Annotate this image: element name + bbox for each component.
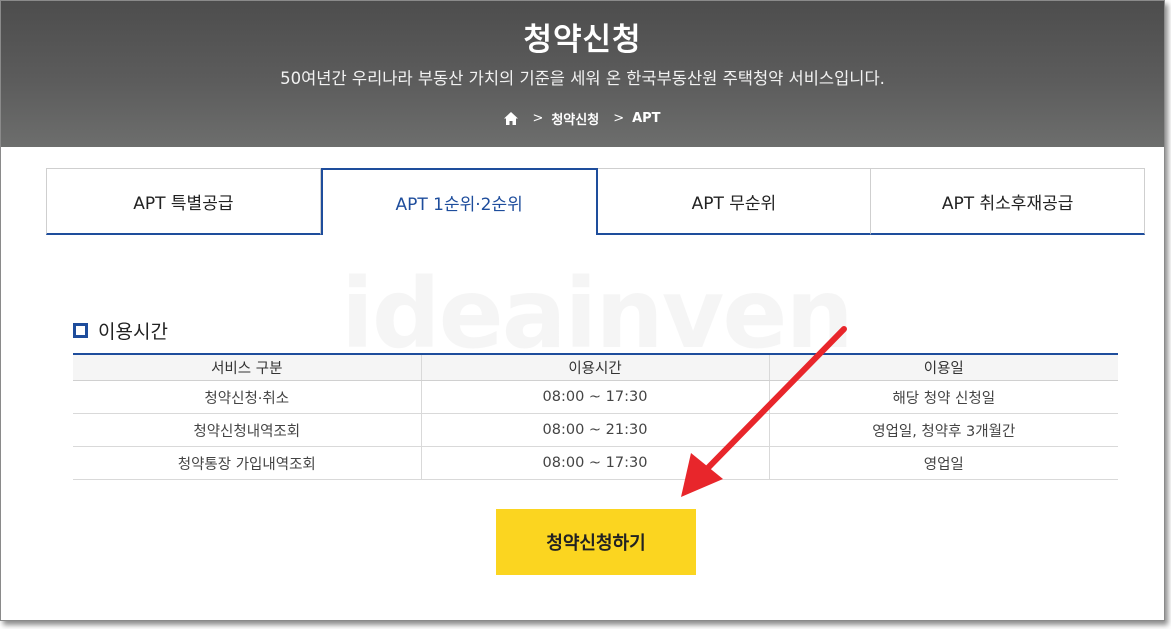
table-row: 청약신청내역조회 08:00 ~ 21:30 영업일, 청약후 3개월간 (73, 413, 1118, 447)
tab-apt-no-priority[interactable]: APT 무순위 (597, 168, 872, 235)
table-row: 청약통장 가입내역조회 08:00 ~ 17:30 영업일 (73, 446, 1118, 480)
usage-time-table: 서비스 구분 이용시간 이용일 청약신청·취소 08:00 ~ 17:30 해당… (73, 353, 1118, 480)
tab-apt-1st-2nd-priority[interactable]: APT 1순위·2순위 (320, 168, 598, 235)
page-title: 청약신청 (523, 22, 642, 58)
breadcrumb: > 청약신청 > APT (1, 109, 1164, 128)
table-cell: 청약신청내역조회 (73, 413, 421, 447)
table-row: 청약신청·취소 08:00 ~ 17:30 해당 청약 신청일 (73, 380, 1118, 414)
column-header-service: 서비스 구분 (73, 353, 421, 381)
table-header-row: 서비스 구분 이용시간 이용일 (73, 353, 1118, 381)
home-icon[interactable] (504, 112, 519, 125)
page-frame: 청약신청 50여년간 우리나라 부동산 가치의 기준을 세워 온 한국부동산원 … (0, 0, 1165, 621)
usage-time-heading: 이용시간 (73, 317, 168, 344)
usage-time-title: 이용시간 (98, 321, 168, 343)
column-header-time: 이용시간 (420, 353, 769, 381)
tab-apt-special-supply[interactable]: APT 특별공급 (46, 168, 321, 235)
table-cell: 08:00 ~ 21:30 (420, 413, 769, 447)
chevron-right-icon: > (613, 111, 625, 126)
table-cell: 08:00 ~ 17:30 (420, 380, 769, 414)
page-subtitle: 50여년간 우리나라 부동산 가치의 기준을 세워 온 한국부동산원 주택청약 … (280, 69, 885, 88)
table-cell: 영업일, 청약후 3개월간 (768, 413, 1118, 447)
table-cell: 영업일 (768, 446, 1118, 480)
chevron-right-icon: > (532, 111, 544, 126)
page-header: 청약신청 50여년간 우리나라 부동산 가치의 기준을 세워 온 한국부동산원 … (1, 1, 1164, 147)
tab-apt-resupply[interactable]: APT 취소후재공급 (871, 168, 1145, 235)
breadcrumb-item-apt[interactable]: APT (632, 111, 660, 126)
apt-tabs: APT 특별공급 APT 1순위·2순위 APT 무순위 APT 취소후재공급 (46, 168, 1145, 235)
table-cell: 청약신청·취소 (73, 380, 421, 414)
column-header-days: 이용일 (768, 353, 1118, 381)
table-cell: 청약통장 가입내역조회 (73, 446, 421, 480)
square-icon (73, 323, 88, 338)
breadcrumb-item-apply[interactable]: 청약신청 (551, 109, 599, 128)
table-cell: 해당 청약 신청일 (768, 380, 1118, 414)
table-cell: 08:00 ~ 17:30 (420, 446, 769, 480)
apply-subscription-button[interactable]: 청약신청하기 (496, 509, 696, 575)
